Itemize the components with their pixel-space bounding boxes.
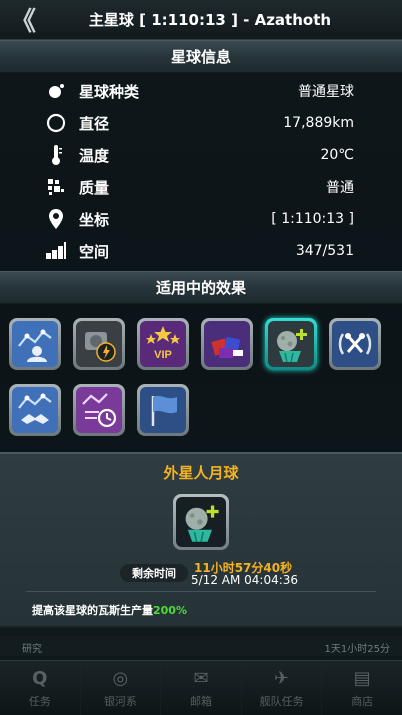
- planet-info-panel: 星球信息 星球种类 普通星球 直径 17,889km 温度 20℃ 质量 普通 …: [0, 40, 402, 270]
- nav-mailbox[interactable]: ✉ 邮箱: [161, 661, 242, 715]
- info-row-temperature: 温度 20℃: [0, 139, 402, 171]
- graph-clock-icon: [76, 387, 122, 433]
- effect-graph-user[interactable]: [9, 318, 61, 370]
- info-value: 普通: [326, 180, 354, 196]
- nav-label: 银河系: [103, 694, 137, 708]
- nav-label: 邮箱: [189, 694, 212, 708]
- info-value: [ 1:110:13 ]: [271, 211, 354, 227]
- top-bar: 《 主星球 [ 1:110:13 ] - Azathoth: [0, 0, 402, 40]
- divider: [26, 591, 376, 592]
- nav-label: 商店: [351, 694, 374, 708]
- research-label: 研究: [22, 644, 42, 655]
- effect-flag[interactable]: [137, 384, 189, 436]
- info-value: 347/531: [295, 243, 354, 259]
- vip-label: VIP: [154, 349, 172, 361]
- info-value: 17,889km: [283, 115, 354, 131]
- info-label: 温度: [79, 146, 110, 165]
- end-time: 5/12 AM 04:04:36: [191, 573, 299, 587]
- gear-lightning-icon: [76, 321, 122, 367]
- vip-stars-icon: VIP: [140, 321, 186, 367]
- nav-label: 舰队任务: [259, 694, 304, 708]
- planet-type-icon: [43, 80, 69, 102]
- info-row-planet-type: 星球种类 普通星球: [0, 75, 402, 107]
- gift-boxes-icon: [204, 321, 250, 367]
- fleet-icon: ✈: [274, 668, 290, 689]
- effect-detail-popup: 外星人月球 剩余时间 11小时57分40秒 5/12 AM 04:04:36 提…: [0, 452, 402, 628]
- remaining-time-label: 剩余时间: [120, 564, 188, 582]
- info-label: 直径: [79, 114, 110, 133]
- mass-icon: [43, 176, 69, 198]
- nav-label: 任务: [28, 694, 51, 708]
- info-row-diameter: 直径 17,889km: [0, 107, 402, 139]
- info-label: 星球种类: [79, 82, 140, 101]
- double-chevron-left-icon: 《: [9, 7, 36, 37]
- background-research-strip: 研究 1天1小时25分: [0, 636, 402, 656]
- info-row-coordinates: 坐标 [ 1:110:13 ]: [0, 203, 402, 235]
- flag-icon: [140, 387, 186, 433]
- popup-title: 外星人月球: [163, 464, 239, 482]
- location-pin-icon: [43, 208, 69, 230]
- popup-effect-icon-frame: [173, 494, 229, 550]
- description-value: 200%: [153, 604, 187, 617]
- info-value: 20℃: [320, 147, 354, 163]
- active-effects-grid: VIP: [0, 304, 402, 454]
- nav-galaxy[interactable]: ◎ 银河系: [81, 661, 162, 715]
- alien-moon-icon: [176, 497, 226, 547]
- missions-icon: Q: [32, 668, 48, 689]
- graph-user-icon: [12, 321, 58, 367]
- bottom-nav: Q 任务 ◎ 银河系 ✉ 邮箱 ✈ 舰队任务 ▤ 商店: [0, 660, 402, 715]
- effect-crossed-wrenches[interactable]: [329, 318, 381, 370]
- nav-shop[interactable]: ▤ 商店: [322, 661, 402, 715]
- effect-vip[interactable]: VIP: [137, 318, 189, 370]
- crossed-wrenches-laurel-icon: [332, 321, 378, 367]
- nav-missions[interactable]: Q 任务: [0, 661, 81, 715]
- description-text: 提高该星球的瓦斯生产量: [32, 604, 153, 617]
- back-button[interactable]: 《: [0, 0, 40, 40]
- effect-description: 提高该星球的瓦斯生产量200%: [32, 602, 187, 618]
- galaxy-icon: ◎: [112, 668, 129, 689]
- alien-moon-icon: [268, 321, 314, 367]
- info-label: 空间: [79, 242, 110, 261]
- space-icon: [43, 240, 69, 262]
- research-time: 1天1小时25分: [324, 644, 390, 655]
- planet-info-header: 星球信息: [0, 40, 402, 73]
- page-title: 主星球 [ 1:110:13 ] - Azathoth: [88, 11, 332, 29]
- thermometer-icon: [43, 144, 69, 166]
- nav-fleet-missions[interactable]: ✈ 舰队任务: [242, 661, 323, 715]
- info-value: 普通星球: [298, 84, 354, 100]
- effect-gear-lightning[interactable]: [73, 318, 125, 370]
- effect-alien-moon[interactable]: [265, 318, 317, 370]
- effect-graph-handshake[interactable]: [9, 384, 61, 436]
- info-row-mass: 质量 普通: [0, 171, 402, 203]
- info-row-space: 空间 347/531: [0, 235, 402, 267]
- effect-gift-boxes[interactable]: [201, 318, 253, 370]
- shop-icon: ▤: [353, 668, 371, 689]
- diameter-icon: [43, 112, 69, 134]
- mail-icon: ✉: [193, 668, 209, 689]
- info-label: 质量: [79, 178, 110, 197]
- effect-graph-clock[interactable]: [73, 384, 125, 436]
- graph-handshake-icon: [12, 387, 58, 433]
- info-label: 坐标: [79, 210, 110, 229]
- active-effects-header: 适用中的效果: [0, 271, 402, 304]
